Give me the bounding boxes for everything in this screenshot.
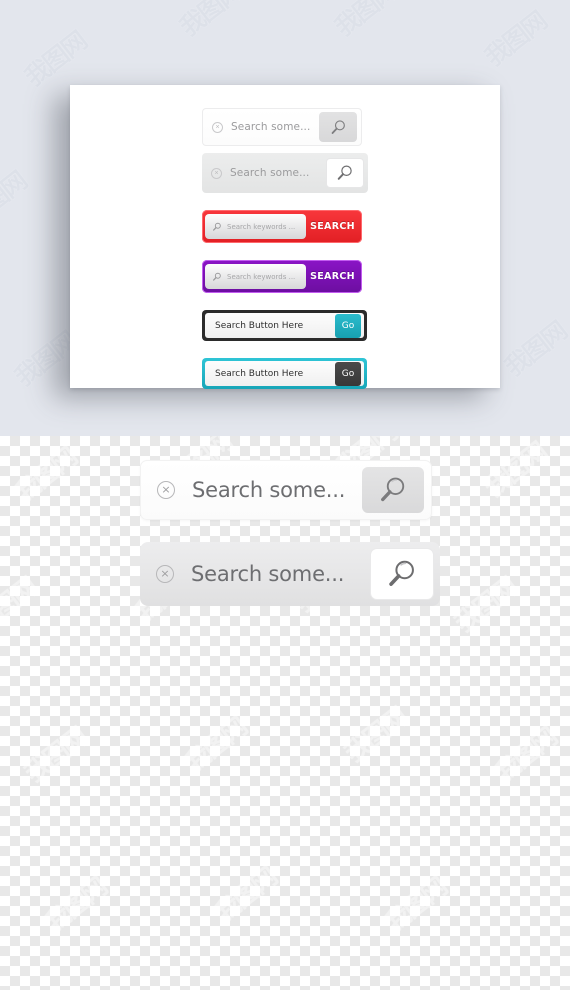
watermark-text: 我图网 <box>174 0 247 42</box>
watermark-text: 我图网 <box>39 872 112 938</box>
transparent-asset-sheet: 我图网 我图网 我图网 我图网 我图网 我图网 我图网 我图网 我图网 我图网 … <box>0 436 570 990</box>
magnifier-icon <box>330 119 347 136</box>
watermark-text: 我图网 <box>479 437 552 503</box>
watermark-text: 我图网 <box>19 722 92 788</box>
watermark-text: 我图网 <box>9 442 82 508</box>
preview-grey-search-bar[interactable]: × Search some... <box>202 153 368 193</box>
search-input[interactable]: Search keywords ... <box>205 214 306 239</box>
search-submit-button[interactable] <box>370 548 434 600</box>
magnifier-icon <box>336 164 354 182</box>
circle-x-icon[interactable]: × <box>212 121 223 133</box>
preview-dark-go-bar[interactable]: Search Button Here Go <box>202 310 367 341</box>
search-input-placeholder[interactable]: Search keywords ... <box>227 273 295 281</box>
watermark-text: 我图网 <box>479 6 552 72</box>
white-search-bar[interactable]: × Search some... <box>140 460 432 520</box>
magnifier-icon <box>212 222 222 232</box>
circle-x-icon[interactable]: × <box>211 167 222 179</box>
preview-stack: × Search some... × Search some... Search… <box>202 98 374 389</box>
watermark-text: 我图网 <box>449 572 522 638</box>
screenshot-root: 我图网 我图网 我图网 我图网 我图网 我图网 我图网 我图网 我图网 我图网 … <box>0 0 570 990</box>
watermark-text: 我图网 <box>179 712 252 778</box>
magnifier-icon <box>386 558 418 590</box>
search-submit-button[interactable] <box>362 467 424 513</box>
preview-teal-go-bar[interactable]: Search Button Here Go <box>202 358 367 389</box>
watermark-text: 我图网 <box>379 872 452 938</box>
watermark-text: 我图网 <box>209 862 282 928</box>
preview-white-search-bar[interactable]: × Search some... <box>202 108 362 146</box>
go-button[interactable]: Go <box>335 362 361 386</box>
watermark-text: 我图网 <box>329 0 402 42</box>
watermark-text: 我图网 <box>339 702 412 768</box>
grey-search-bar[interactable]: × Search some... <box>140 542 440 606</box>
watermark-text: 我图网 <box>0 166 32 232</box>
magnifier-icon <box>212 272 222 282</box>
search-input-placeholder[interactable]: Search keywords ... <box>227 223 295 231</box>
search-input-placeholder[interactable]: Search some... <box>230 167 309 179</box>
watermark-text: 我图网 <box>499 316 570 382</box>
search-submit-button[interactable]: SEARCH <box>306 271 359 282</box>
search-input-placeholder[interactable]: Search some... <box>192 478 345 502</box>
search-input[interactable]: Search keywords ... <box>205 264 306 289</box>
watermark-text: 我图网 <box>19 26 92 92</box>
search-submit-button[interactable] <box>319 112 357 142</box>
search-submit-button[interactable]: SEARCH <box>306 221 359 232</box>
watermark-text: 我图网 <box>489 722 562 788</box>
circle-x-icon[interactable]: × <box>156 565 174 583</box>
magnifier-icon <box>378 475 408 505</box>
go-button[interactable]: Go <box>335 314 361 338</box>
preview-panel: 我图网 我图网 我图网 我图网 我图网 我图网 我图网 我图网 我图网 我图网 … <box>0 0 570 436</box>
watermark-text: 我图网 <box>0 572 42 638</box>
search-input-placeholder[interactable]: Search some... <box>231 121 310 133</box>
circle-x-icon[interactable]: × <box>157 481 175 499</box>
preview-red-search-bar[interactable]: Search keywords ... SEARCH <box>202 210 362 243</box>
preview-purple-search-bar[interactable]: Search keywords ... SEARCH <box>202 260 362 293</box>
search-input-placeholder[interactable]: Search some... <box>191 562 344 586</box>
search-submit-button[interactable] <box>326 158 364 188</box>
preview-card: × Search some... × Search some... Search… <box>70 85 500 389</box>
